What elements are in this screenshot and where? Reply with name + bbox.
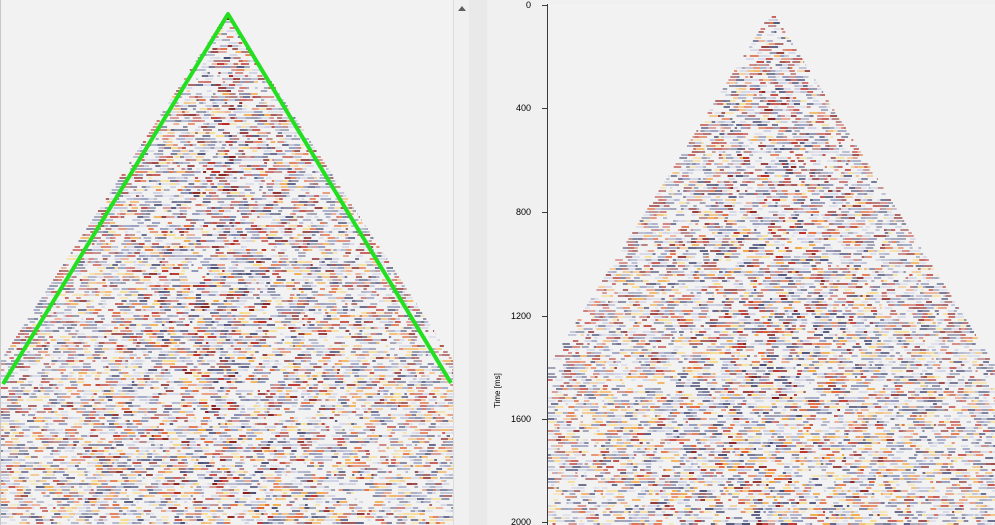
tick-label-2000: 2000 (510, 517, 531, 525)
seismic-panel-left[interactable] (0, 0, 453, 525)
seismic-gather-left (1, 12, 453, 524)
time-axis-label: Time [ms] (493, 373, 502, 408)
tick-label-1600: 1600 (510, 414, 531, 424)
tick-label-0: 0 (525, 0, 531, 10)
tick-label-400: 400 (515, 103, 531, 113)
triangle-up-icon (457, 6, 466, 11)
seismic-panel-right[interactable]: Time [ms] 0 400 800 1200 1600 2000 (487, 0, 995, 525)
vertical-scrollbar[interactable] (453, 0, 469, 525)
splitter[interactable] (469, 0, 487, 525)
tick-label-1200: 1200 (510, 311, 531, 321)
seismic-gather-right (548, 16, 995, 525)
seismic-plot-area[interactable] (547, 4, 995, 525)
tick-label-800: 800 (515, 207, 531, 217)
scroll-up-button[interactable] (454, 0, 469, 17)
